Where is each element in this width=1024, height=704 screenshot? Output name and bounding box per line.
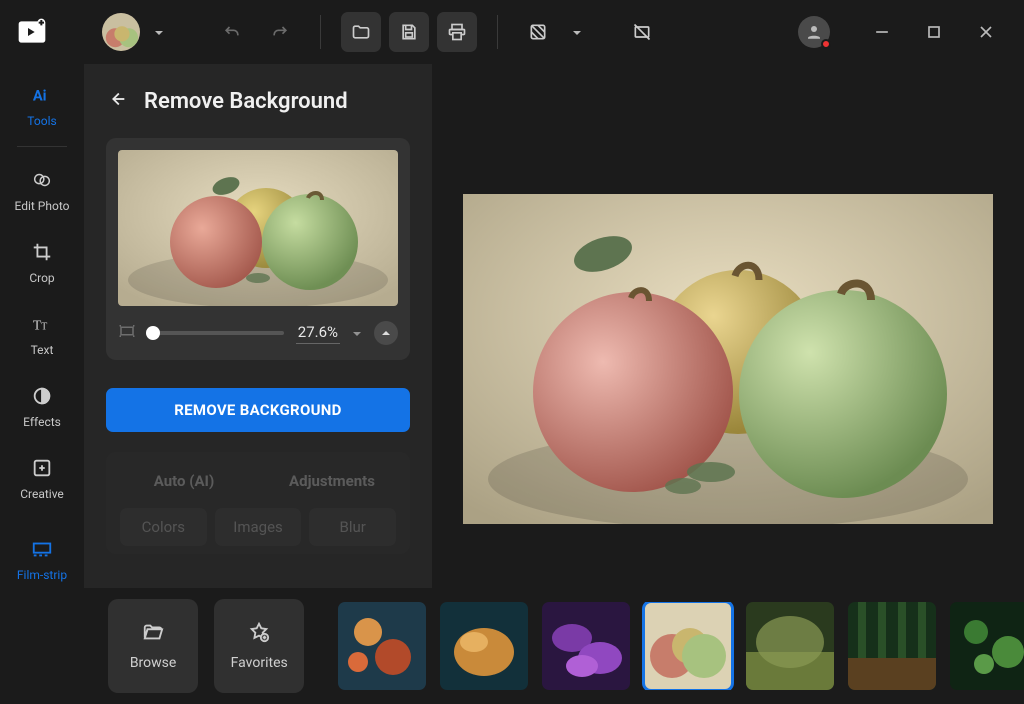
rail-label: Film-strip	[17, 568, 67, 582]
subtab-colors[interactable]: Colors	[120, 508, 207, 546]
thumb-5[interactable]	[746, 602, 834, 690]
subtab-images[interactable]: Images	[215, 508, 302, 546]
zoom-controls: 27.6%	[118, 318, 398, 348]
print-button[interactable]	[437, 12, 477, 52]
browse-button[interactable]: Browse	[108, 599, 198, 693]
options-tabs: Auto (AI) Adjustments Colors Images Blur	[106, 452, 410, 554]
rail-item-edit-photo[interactable]: Edit Photo	[0, 155, 84, 227]
effects-icon	[0, 383, 84, 409]
zoom-slider[interactable]	[148, 331, 284, 335]
rail-item-text[interactable]: TT Text	[0, 299, 84, 371]
rail-item-filmstrip[interactable]: Film-strip	[0, 524, 84, 588]
open-button[interactable]	[341, 12, 381, 52]
star-plus-icon	[248, 621, 270, 647]
rail-label: Edit Photo	[15, 199, 70, 213]
zoom-stepper[interactable]	[374, 321, 398, 345]
top-thumbnail[interactable]	[102, 13, 140, 51]
side-panel: Remove Background	[84, 64, 432, 588]
top-thumbnail-dropdown[interactable]	[154, 23, 164, 42]
card-label: Browse	[130, 655, 176, 671]
rail-label: Crop	[29, 271, 54, 285]
thumb-4[interactable]	[644, 602, 732, 690]
film-strip: Browse Favorites	[0, 588, 1024, 704]
folder-open-icon	[142, 621, 164, 647]
button-label: REMOVE BACKGROUND	[174, 401, 341, 419]
window-close[interactable]	[964, 10, 1008, 54]
transparency-button[interactable]	[518, 12, 558, 52]
window-minimize[interactable]	[860, 10, 904, 54]
ai-icon: Ai	[0, 82, 84, 108]
text-icon: TT	[0, 311, 84, 337]
notification-dot-icon	[821, 39, 831, 49]
top-toolbar	[0, 0, 1024, 64]
rail-label: Effects	[23, 415, 61, 429]
tab-adjustments[interactable]: Adjustments	[258, 466, 406, 504]
redo-button[interactable]	[260, 12, 300, 52]
card-label: Favorites	[231, 655, 288, 671]
thumb-6[interactable]	[848, 602, 936, 690]
favorites-button[interactable]: Favorites	[214, 599, 304, 693]
account-avatar[interactable]	[798, 16, 830, 48]
rail-item-tools[interactable]: Ai Tools	[0, 70, 84, 142]
rail-label: Text	[31, 343, 54, 357]
back-button[interactable]	[106, 88, 128, 114]
window-maximize[interactable]	[912, 10, 956, 54]
undo-button[interactable]	[212, 12, 252, 52]
subtab-blur[interactable]: Blur	[309, 508, 396, 546]
creative-icon	[0, 455, 84, 481]
app-logo	[16, 16, 48, 48]
rail-label: Tools	[27, 114, 56, 128]
tab-auto-ai[interactable]: Auto (AI)	[110, 466, 258, 504]
preview-image	[118, 150, 398, 306]
thumb-3[interactable]	[542, 602, 630, 690]
fit-to-screen-icon[interactable]	[118, 322, 136, 344]
toolbar-separator	[497, 15, 498, 49]
svg-text:Ai: Ai	[33, 87, 47, 105]
transparency-dropdown[interactable]	[572, 23, 582, 42]
preview-card: 27.6%	[106, 138, 410, 360]
thumbnail-list	[338, 602, 1024, 690]
compare-off-button[interactable]	[622, 12, 662, 52]
rail-separator	[17, 146, 67, 147]
rail-item-crop[interactable]: Crop	[0, 227, 84, 299]
canvas-image[interactable]	[463, 194, 993, 524]
main-area: Ai Tools Edit Photo Crop TT Text Effects…	[0, 64, 1024, 588]
remove-background-button[interactable]: REMOVE BACKGROUND	[106, 388, 410, 432]
rail-item-creative[interactable]: Creative	[0, 443, 84, 515]
canvas-area[interactable]	[432, 64, 1024, 588]
thumb-2[interactable]	[440, 602, 528, 690]
rail-label: Creative	[20, 487, 64, 501]
panel-title: Remove Background	[144, 89, 348, 114]
filmstrip-icon	[0, 536, 84, 562]
zoom-dropdown[interactable]	[352, 324, 362, 343]
crop-icon	[0, 239, 84, 265]
left-rail: Ai Tools Edit Photo Crop TT Text Effects…	[0, 64, 84, 588]
rail-item-effects[interactable]: Effects	[0, 371, 84, 443]
save-button[interactable]	[389, 12, 429, 52]
adjust-icon	[0, 167, 84, 193]
zoom-value[interactable]: 27.6%	[296, 323, 340, 344]
svg-text:T: T	[41, 322, 47, 333]
thumb-1[interactable]	[338, 602, 426, 690]
thumb-7[interactable]	[950, 602, 1024, 690]
toolbar-separator	[320, 15, 321, 49]
